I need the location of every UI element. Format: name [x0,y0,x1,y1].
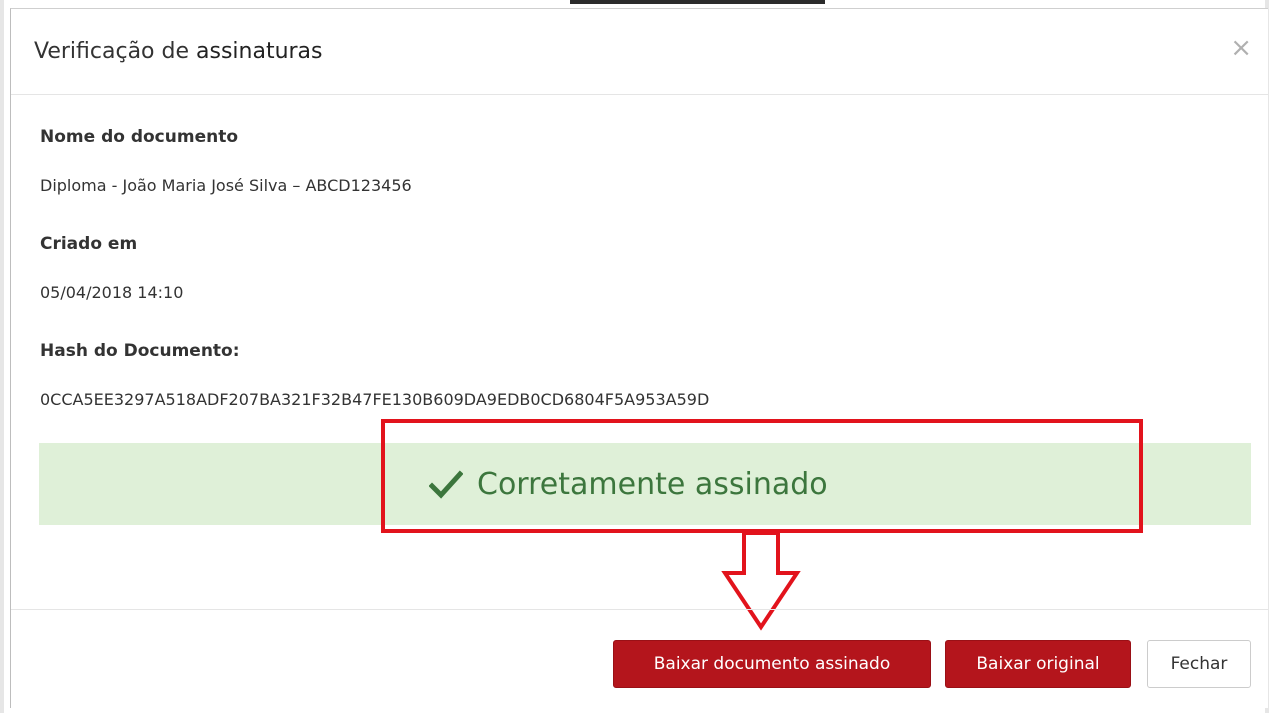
status-message: Corretamente assinado [477,467,828,502]
document-name-value: Diploma - João Maria José Silva – ABCD12… [40,176,412,195]
status-alert: Corretamente assinado [39,443,1251,525]
close-button[interactable]: Fechar [1147,640,1251,688]
modal-footer: Baixar documento assinado Baixar origina… [11,609,1268,708]
screen: Verificação de assinaturas × Nome do doc… [0,0,1269,713]
modal-title-prefix: Verificação de [34,39,196,64]
modal-header: Verificação de assinaturas × [11,9,1268,95]
status-alert-content: Corretamente assinado [429,467,828,502]
document-name-label: Nome do documento [40,127,239,147]
signature-verification-modal: Verificação de assinaturas × Nome do doc… [10,8,1268,708]
backdrop-edge [570,0,825,4]
download-signed-button[interactable]: Baixar documento assinado [613,640,931,688]
hash-value: 0CCA5EE3297A518ADF207BA321F32B47FE130B60… [40,390,710,409]
close-icon[interactable]: × [1230,35,1252,61]
modal-title: Verificação de assinaturas [34,39,323,64]
modal-title-emphasis: assinaturas [196,39,323,64]
check-icon [429,469,463,499]
download-original-button[interactable]: Baixar original [945,640,1131,688]
hash-label: Hash do Documento: [40,341,240,361]
created-at-label: Criado em [40,234,138,254]
created-at-value: 05/04/2018 14:10 [40,283,184,302]
backdrop-edge-left [0,0,4,713]
